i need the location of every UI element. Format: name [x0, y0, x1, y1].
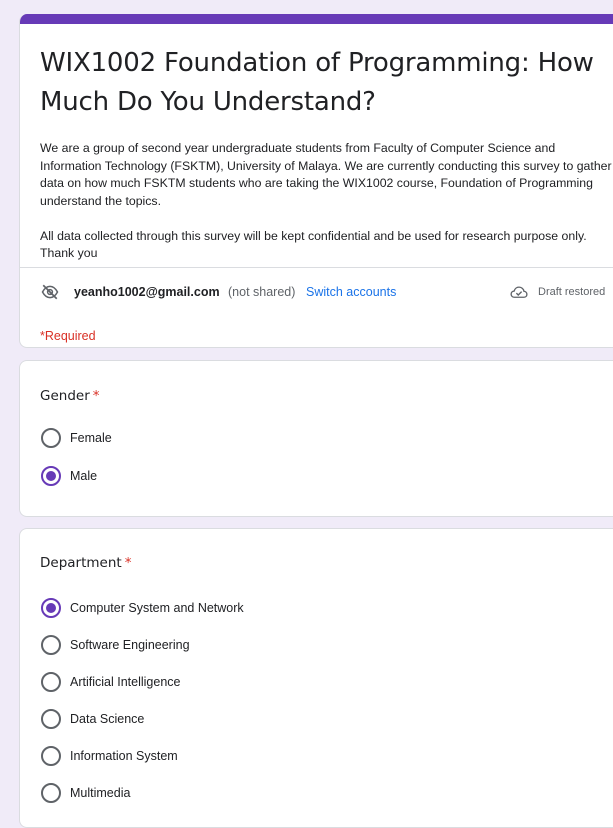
question-title-text: Department [40, 555, 122, 571]
radio-button[interactable] [41, 635, 61, 655]
form-header-card: WIX1002 Foundation of Programming: How M… [19, 14, 613, 348]
option-label: Information System [70, 749, 178, 763]
question-card-gender: Gender * Female Male [19, 360, 613, 517]
question-card-department: Department * Computer System and Network … [19, 528, 613, 828]
option-label: Data Science [70, 712, 145, 726]
question-title-text: Gender [40, 388, 90, 404]
radio-button[interactable] [41, 428, 61, 448]
radio-button-selected[interactable] [41, 466, 61, 486]
radio-option-information-system[interactable]: Information System [41, 746, 541, 766]
radio-option-female[interactable]: Female [41, 428, 541, 448]
option-label: Software Engineering [70, 638, 190, 652]
cloud-done-icon [510, 286, 528, 298]
radio-button[interactable] [41, 709, 61, 729]
eye-off-icon [41, 284, 59, 300]
required-asterisk: * [124, 555, 132, 571]
radio-button[interactable] [41, 672, 61, 692]
account-row: yeanho1002@gmail.com (not shared) Switch… [40, 282, 613, 302]
required-note: *Required [40, 329, 96, 343]
radio-option-software-engineering[interactable]: Software Engineering [41, 635, 541, 655]
radio-option-data-science[interactable]: Data Science [41, 709, 541, 729]
account-not-shared-note: (not shared) [228, 285, 296, 299]
option-label: Artificial Intelligence [70, 675, 181, 689]
radio-option-artificial-intelligence[interactable]: Artificial Intelligence [41, 672, 541, 692]
radio-button[interactable] [41, 783, 61, 803]
form-description: We are a group of second year undergradu… [40, 141, 612, 260]
header-divider [20, 267, 613, 268]
radio-option-multimedia[interactable]: Multimedia [41, 783, 541, 803]
option-label: Multimedia [70, 786, 131, 800]
option-label: Female [70, 431, 112, 445]
question-title-department: Department * [40, 553, 131, 573]
question-title-gender: Gender * [40, 386, 100, 406]
draft-status: Draft restored [538, 286, 606, 298]
required-asterisk: * [92, 388, 100, 404]
radio-button[interactable] [41, 746, 61, 766]
form-accent-bar [20, 14, 613, 24]
radio-option-computer-system-and-network[interactable]: Computer System and Network [41, 598, 541, 618]
form-title: WIX1002 Foundation of Programming: How M… [40, 48, 594, 117]
option-label: Computer System and Network [70, 601, 244, 615]
radio-option-male[interactable]: Male [41, 466, 541, 486]
switch-accounts-link[interactable]: Switch accounts [306, 282, 396, 302]
account-email: yeanho1002@gmail.com [74, 285, 220, 299]
radio-button-selected[interactable] [41, 598, 61, 618]
option-label: Male [70, 469, 98, 483]
